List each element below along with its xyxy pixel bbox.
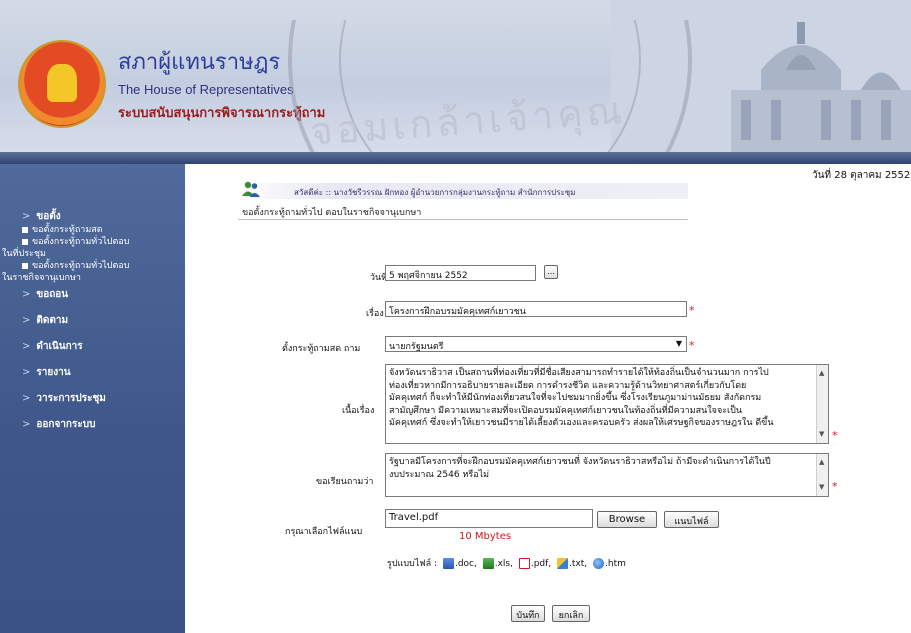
file-type-pdf: .pdf, — [530, 559, 552, 569]
ask-label: ตั้งกระทู้ถามสด ถาม — [282, 344, 361, 354]
file-size-limit: 10 Mbytes — [459, 531, 512, 542]
content-line: มัคคุเทศก์ ก็จะทำให้มีนักท่องเที่ยวสนใจท… — [389, 393, 762, 404]
required-marker: * — [689, 339, 695, 352]
html-globe-icon — [593, 558, 605, 569]
sidebar-item-process[interactable]: > ดำเนินการ — [0, 340, 185, 354]
file-type-txt: .txt, — [569, 559, 588, 569]
bullet-square-icon — [22, 226, 28, 233]
sidebar-subitem-general-question-meeting[interactable]: ขอตั้งกระทู้ถามทั่วไปตอบ — [0, 236, 185, 248]
sidebar-item-label: ติดตาม — [36, 315, 69, 326]
question-line: รัฐบาลมีโครงการที่จะฝึกอบรมมัคคุเทศก์เยา… — [389, 457, 771, 467]
content-label: เนื้อเรื่อง — [342, 406, 375, 416]
page-header: สภาผู้แทนราษฎร The House of Representati… — [0, 0, 911, 152]
sidebar-item-label: รายงาน — [36, 367, 71, 378]
content-scrollbar[interactable]: ▲ ▼ — [816, 365, 828, 443]
required-marker: * — [832, 429, 838, 442]
required-marker: * — [832, 480, 838, 493]
sidebar-item-label: ขอตั้งกระทู้ถามทั่วไปตอบ — [32, 237, 130, 247]
header-system-name: ระบบสนับสนุนการพิจารณากระทู้ถาม — [118, 106, 326, 121]
question-line: งบประมาณ 2546 หรือไม่ — [389, 469, 490, 480]
scroll-up-icon[interactable]: ▲ — [819, 367, 824, 380]
sidebar-item-label-continued: ในที่ประชุม — [2, 249, 46, 259]
parliament-dome-image — [611, 0, 911, 152]
date-field[interactable]: 5 พฤศจิกายน 2552 — [385, 265, 536, 281]
divider — [238, 219, 688, 220]
question-scrollbar[interactable]: ▲ ▼ — [816, 454, 828, 496]
file-label: กรุณาเลือกไฟล์แนบ — [285, 527, 363, 537]
content-line: ท่องเที่ยวหากมีการอธิบายรายละเอียด การดำ… — [389, 380, 747, 391]
file-types-label: รูปแบบไฟล์ : — [387, 559, 438, 569]
word-doc-icon — [442, 558, 454, 569]
file-type-doc: .doc, — [454, 559, 477, 569]
welcome-bar: สวัสดีค่ะ :: นางวัชรีวรรณ ฝักทอง ผู้อำนว… — [238, 181, 688, 199]
sidebar-item-follow[interactable]: > ติดตาม — [0, 314, 185, 328]
save-button[interactable]: บันทึก — [511, 605, 545, 622]
chevron-right-icon: > — [22, 419, 31, 430]
sidebar: > ขอตั้ง ขอตั้งกระทู้ถามสด ขอตั้งกระทู้ถา… — [0, 164, 185, 633]
file-path-field[interactable]: Travel.pdf — [385, 509, 593, 528]
header-title-thai: สภาผู้แทนราษฎร — [118, 50, 281, 75]
file-type-htm: .htm — [605, 559, 626, 569]
users-icon — [242, 181, 260, 197]
attach-file-button[interactable]: แนบไฟล์ — [664, 511, 719, 528]
content-line: สามัญศึกษา มีความเหมาะสมที่จะเปิดอบรมมัค… — [389, 405, 742, 416]
sidebar-item-label: ขอถอน — [36, 289, 69, 300]
calendar-button[interactable]: ... — [544, 265, 558, 279]
sidebar-subitem-live-question[interactable]: ขอตั้งกระทู้ถามสด — [0, 224, 185, 236]
sidebar-subitem-general-question-gazette[interactable]: ขอตั้งกระทู้ถามทั่วไปตอบ — [0, 260, 185, 272]
scroll-down-icon[interactable]: ▼ — [819, 481, 824, 494]
text-txt-icon — [557, 558, 569, 569]
chevron-right-icon: > — [22, 393, 31, 404]
minister-select[interactable]: นายกรัฐมนตรี ▼ — [385, 336, 687, 352]
content-textarea[interactable]: จังหวัดนราธิวาส เป็นสถานที่ท่องเที่ยวที่… — [385, 364, 829, 444]
content-line: จังหวัดนราธิวาส เป็นสถานที่ท่องเที่ยวที่… — [389, 368, 769, 378]
sidebar-item-label-continued: ในราชกิจจานุเบกษา — [2, 273, 81, 283]
subject-field[interactable]: โครงการฝึกอบรมมัคคุเทศก์เยาวชน — [385, 301, 687, 317]
content-line: มัคคุเทศก์ ซึ่งจะทำให้เยาวชนมีรายได้เลี้… — [389, 418, 774, 429]
browse-button[interactable]: Browse — [597, 511, 657, 528]
sidebar-item-withdraw[interactable]: > ขอถอน — [0, 288, 185, 302]
question-textarea[interactable]: รัฐบาลมีโครงการที่จะฝึกอบรมมัคคุเทศก์เยา… — [385, 453, 829, 497]
chevron-right-icon: > — [22, 211, 31, 222]
sidebar-item-label: ขอตั้งกระทู้ถามทั่วไปตอบ — [32, 261, 130, 271]
header-title-english: The House of Representatives — [118, 82, 294, 97]
welcome-message: สวัสดีค่ะ :: นางวัชรีวรรณ ฝักทอง ผู้อำนว… — [294, 188, 576, 197]
current-date: วันที่ 28 ตุลาคม 2552 — [812, 170, 911, 181]
allowed-file-types: รูปแบบไฟล์ : .doc, .xls, .pdf, .txt, .ht… — [387, 556, 626, 570]
question-label: ขอเรียนถามว่า — [316, 477, 374, 487]
header-divider-strip — [0, 152, 911, 164]
watermark-text: จอมเกล้าเจ้าคุณ — [308, 88, 628, 152]
sidebar-item-label: ออกจากระบบ — [36, 419, 96, 430]
scroll-up-icon[interactable]: ▲ — [819, 456, 824, 469]
pdf-icon — [518, 558, 530, 569]
sidebar-item-label: ดำเนินการ — [36, 341, 83, 352]
chevron-down-icon: ▼ — [675, 339, 682, 348]
subject-label: เรื่อง — [366, 309, 384, 319]
chevron-right-icon: > — [22, 367, 31, 378]
sidebar-item-report[interactable]: > รายงาน — [0, 366, 185, 380]
sidebar-item-label: ขอตั้งกระทู้ถามสด — [32, 225, 103, 235]
sidebar-item-logout[interactable]: > ออกจากระบบ — [0, 418, 185, 432]
required-marker: * — [689, 304, 695, 317]
chevron-right-icon: > — [22, 315, 31, 326]
bullet-square-icon — [22, 238, 28, 245]
cancel-button[interactable]: ยกเลิก — [552, 605, 590, 622]
parliament-emblem-logo — [18, 40, 106, 128]
chevron-right-icon: > — [22, 341, 31, 352]
chevron-right-icon: > — [22, 289, 31, 300]
minister-select-value: นายกรัฐมนตรี — [389, 342, 444, 352]
sidebar-item-label: ขอตั้ง — [36, 211, 61, 222]
excel-xls-icon — [482, 558, 494, 569]
bullet-square-icon — [22, 262, 28, 269]
sidebar-item-request[interactable]: > ขอตั้ง — [0, 210, 185, 224]
page-title: ขอตั้งกระทู้ถามทั่วไป ตอบในราชกิจจานุเบก… — [242, 208, 422, 218]
sidebar-item-agenda[interactable]: > วาระการประชุม — [0, 392, 185, 406]
sidebar-item-label: วาระการประชุม — [36, 393, 106, 404]
file-type-xls: .xls, — [494, 559, 513, 569]
scroll-down-icon[interactable]: ▼ — [819, 428, 824, 441]
sidebar-nav: > ขอตั้ง ขอตั้งกระทู้ถามสด ขอตั้งกระทู้ถา… — [0, 210, 185, 432]
